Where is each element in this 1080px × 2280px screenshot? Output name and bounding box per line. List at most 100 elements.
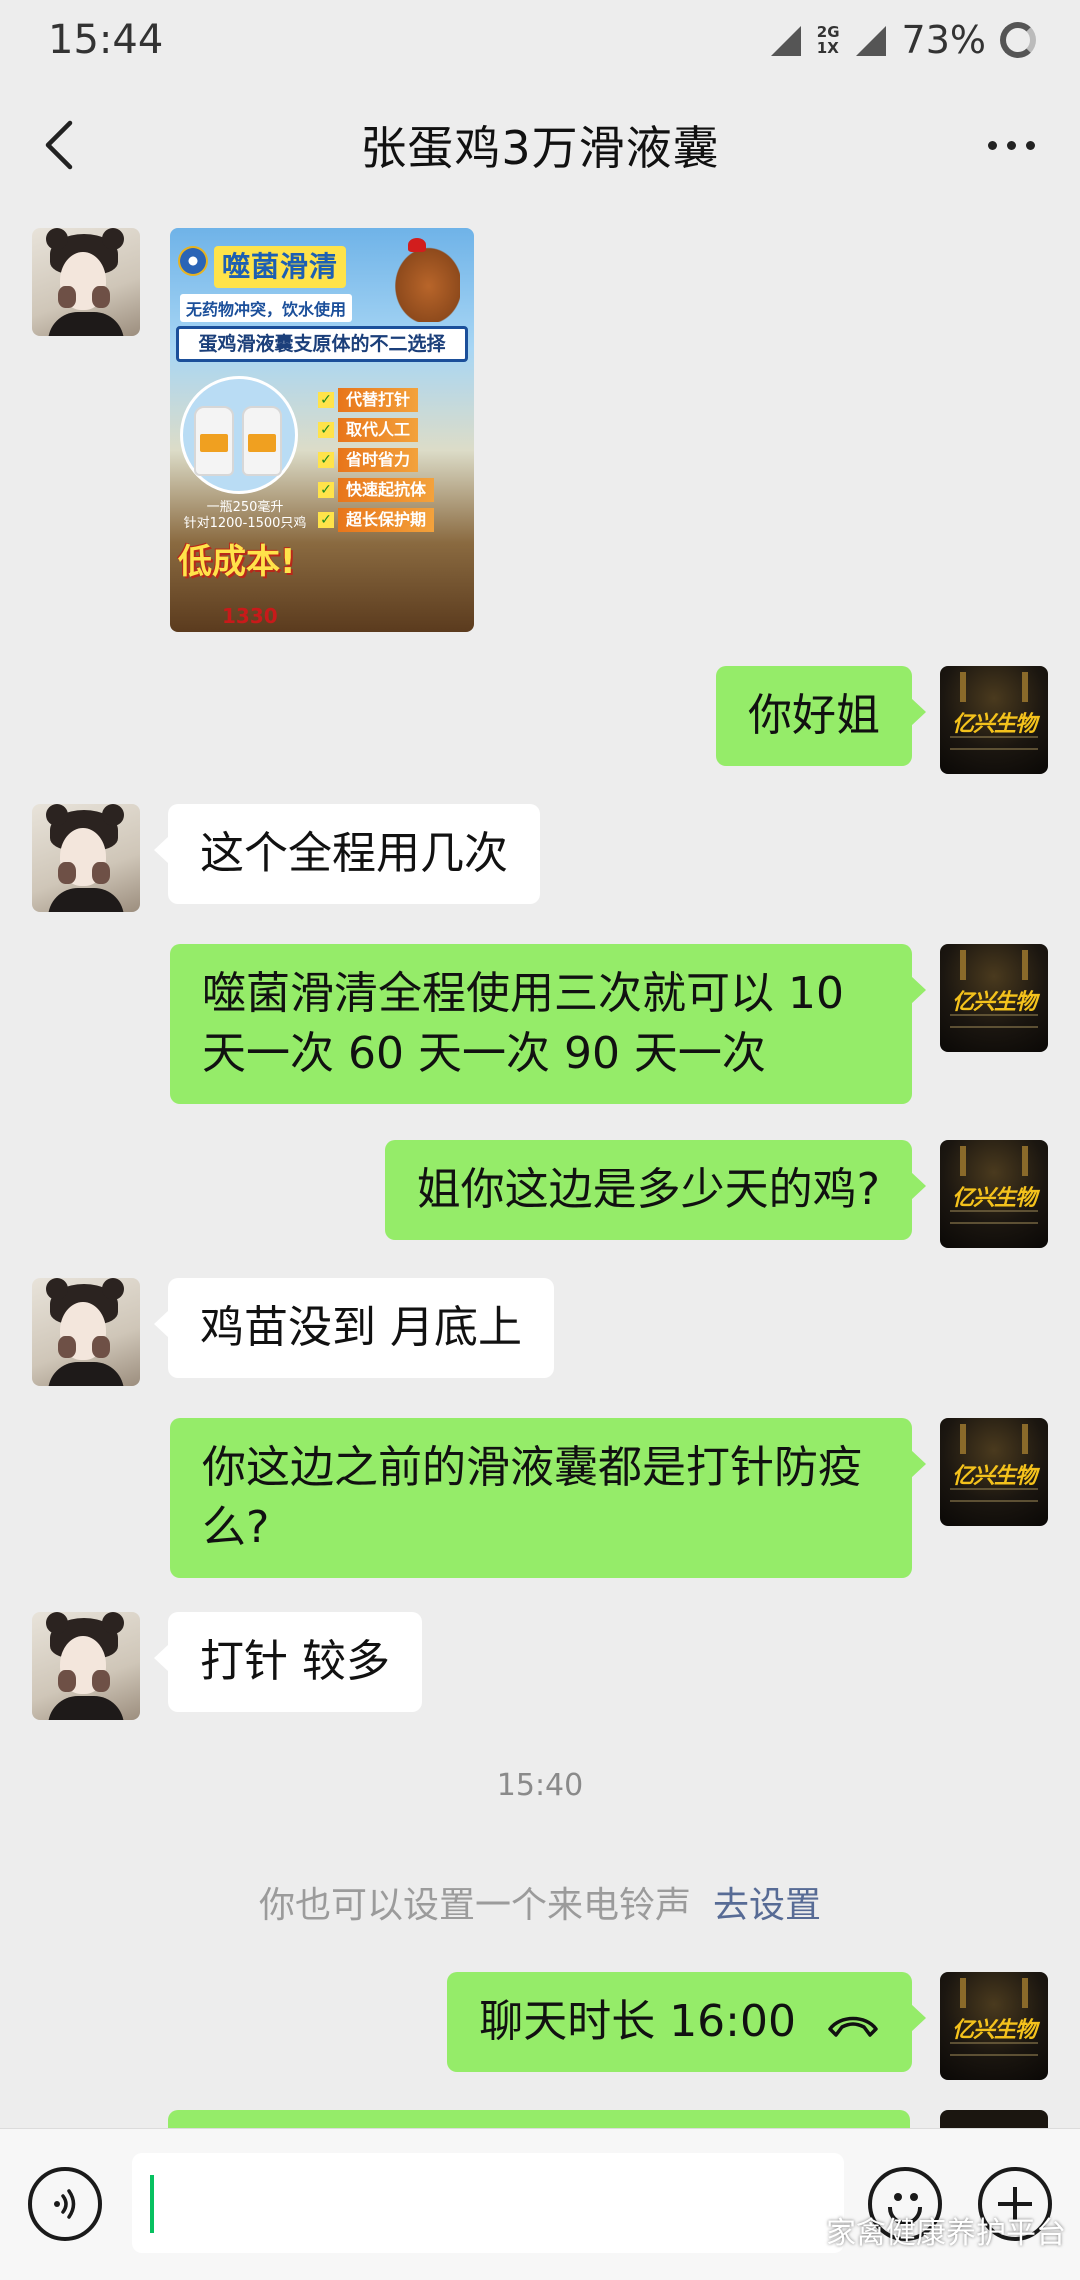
battery-percent: 73% <box>901 18 986 62</box>
check-icon: ✓ <box>318 392 334 408</box>
chat-title: 张蛋鸡3万滑液囊 <box>360 121 720 175</box>
bottle-illustration <box>242 406 282 476</box>
message-bubble-received[interactable]: 这个全程用几次 <box>154 804 540 904</box>
avatar-hand <box>92 1336 110 1358</box>
contact-avatar[interactable] <box>32 1278 140 1386</box>
message-bubble-sent[interactable]: 你好姐 <box>716 666 926 766</box>
avatar-hand <box>92 1670 110 1692</box>
product-poster-image[interactable]: 噬菌滑清 无药物冲突，饮水使用 蛋鸡滑液囊支原体的不二选择 ✓ 代替打针 ✓ 取代人… <box>170 228 474 632</box>
dose-line: 针对1200-1500只鸡 <box>183 516 307 531</box>
avatar-body <box>48 1696 124 1720</box>
status-bar: 15:44 2G 1X 73% <box>0 0 1080 80</box>
avatar-pillar <box>960 1978 966 2008</box>
my-avatar[interactable]: 亿兴生物 <box>940 1418 1048 1526</box>
message-bubble-received[interactable]: 鸡苗没到 月底上 <box>154 1278 554 1378</box>
call-duration-text: 聊天时长 16:00 <box>479 1996 796 2047</box>
input-bar <box>0 2128 1080 2280</box>
call-record-bubble[interactable]: 聊天时长 16:00 <box>447 1972 926 2072</box>
avatar-hand <box>92 286 110 308</box>
avatar-pillar <box>1022 950 1028 980</box>
avatar-hand <box>58 1336 76 1358</box>
voice-input-button[interactable] <box>28 2167 102 2241</box>
avatar-pillar <box>960 672 966 702</box>
dot-icon <box>987 140 997 150</box>
my-avatar[interactable]: 亿兴生物 <box>940 1972 1048 2080</box>
message-bubble-received[interactable]: 打针 较多 <box>154 1612 422 1712</box>
chat-header: 张蛋鸡3万滑液囊 <box>0 80 1080 210</box>
network-type: 2G 1X <box>817 24 840 56</box>
check-icon: ✓ <box>318 422 334 438</box>
avatar-pillar <box>960 1146 966 1176</box>
network-type-bottom: 1X <box>816 39 839 57</box>
feature-item: ✓ 代替打针 <box>318 388 468 412</box>
avatar-pillar <box>960 1424 966 1454</box>
more-options-button[interactable] <box>976 122 1046 168</box>
battery-icon <box>1000 22 1036 58</box>
dose-info: 一瓶250毫升 针对1200-1500只鸡 <box>180 500 310 532</box>
status-time: 15:44 <box>48 17 164 63</box>
bottle-illustration <box>194 406 234 476</box>
chevron-left-icon <box>45 120 73 170</box>
hen-comb <box>408 238 426 252</box>
contact-avatar[interactable] <box>32 1612 140 1720</box>
my-avatar[interactable]: 亿兴生物 <box>940 666 1048 774</box>
avatar-bun <box>46 1612 68 1634</box>
avatar-body <box>48 1362 124 1386</box>
feature-label: 取代人工 <box>338 418 419 442</box>
feature-item: ✓ 超长保护期 <box>318 508 468 532</box>
message-input[interactable] <box>132 2153 844 2253</box>
my-avatar[interactable]: 亿兴生物 <box>940 944 1048 1052</box>
avatar-logo-text: 亿兴生物 <box>951 711 1037 737</box>
feature-list: ✓ 代替打针 ✓ 取代人工 ✓ 省时省力 ✓ 快速起抗体 ✓ 超长保护期 <box>318 388 468 538</box>
avatar-hand <box>92 862 110 884</box>
avatar-pillar <box>960 950 966 980</box>
emoji-eye <box>910 2193 918 2201</box>
signal-2-icon <box>854 23 888 57</box>
avatar-pillar <box>1022 1978 1028 2008</box>
message-bubble-sent[interactable]: 你这边之前的滑液囊都是打针防疫 么? <box>170 1418 926 1578</box>
back-button[interactable] <box>34 120 84 170</box>
feature-item: ✓ 省时省力 <box>318 448 468 472</box>
contact-avatar[interactable] <box>32 228 140 336</box>
dot-icon <box>1006 140 1016 150</box>
avatar-hand <box>58 286 76 308</box>
message-bubble-sent[interactable]: 姐你这边是多少天的鸡? <box>384 1140 927 1240</box>
avatar-logo-text: 亿兴生物 <box>951 2017 1037 2043</box>
feature-label: 超长保护期 <box>338 508 435 532</box>
avatar-logo-text: 亿兴生物 <box>951 989 1037 1015</box>
avatar-hand <box>58 1670 76 1692</box>
feature-label: 省时省力 <box>338 448 419 472</box>
system-message: 你也可以设置一个来电铃声 去设置 <box>0 1876 1080 1928</box>
dot-icon <box>1025 140 1035 150</box>
network-type-top: 2G <box>816 23 840 41</box>
check-icon: ✓ <box>318 452 334 468</box>
status-indicators: 2G 1X 73% <box>769 18 1036 62</box>
text-cursor <box>150 2175 154 2233</box>
avatar-bun <box>102 1612 124 1634</box>
avatar-subtext <box>950 2042 1038 2056</box>
message-bubble-sent[interactable]: 噬菌滑清全程使用三次就可以 10 天一次 60 天一次 90 天一次 <box>170 944 926 1104</box>
voice-icon <box>54 2189 76 2219</box>
avatar-subtext <box>950 1488 1038 1502</box>
avatar-pillar <box>1022 1424 1028 1454</box>
avatar-body <box>48 888 124 912</box>
check-icon: ✓ <box>318 482 334 498</box>
system-message-text: 你也可以设置一个来电铃声 <box>258 1885 691 1926</box>
feature-item: ✓ 取代人工 <box>318 418 468 442</box>
poster-banner: 蛋鸡滑液囊支原体的不二选择 <box>176 326 468 362</box>
contact-avatar[interactable] <box>32 804 140 912</box>
avatar-bun <box>102 228 124 250</box>
my-avatar[interactable]: 亿兴生物 <box>940 1140 1048 1248</box>
avatar-bun <box>46 804 68 826</box>
message-timestamp: 15:40 <box>496 1768 584 1803</box>
feature-label: 代替打针 <box>338 388 419 412</box>
settings-link[interactable]: 去设置 <box>713 1885 821 1926</box>
avatar-logo-text: 亿兴生物 <box>951 1185 1037 1211</box>
poster-phone: 1330 <box>222 604 278 628</box>
message-line: 噬菌滑清全程使用三次就可以 10 <box>202 968 844 1019</box>
avatar-hand <box>58 862 76 884</box>
message-line: 你这边之前的滑液囊都是打针防疫 <box>202 1442 862 1493</box>
avatar-pillar <box>1022 1146 1028 1176</box>
wechat-icon <box>778 2215 818 2245</box>
avatar-pillar <box>1022 672 1028 702</box>
